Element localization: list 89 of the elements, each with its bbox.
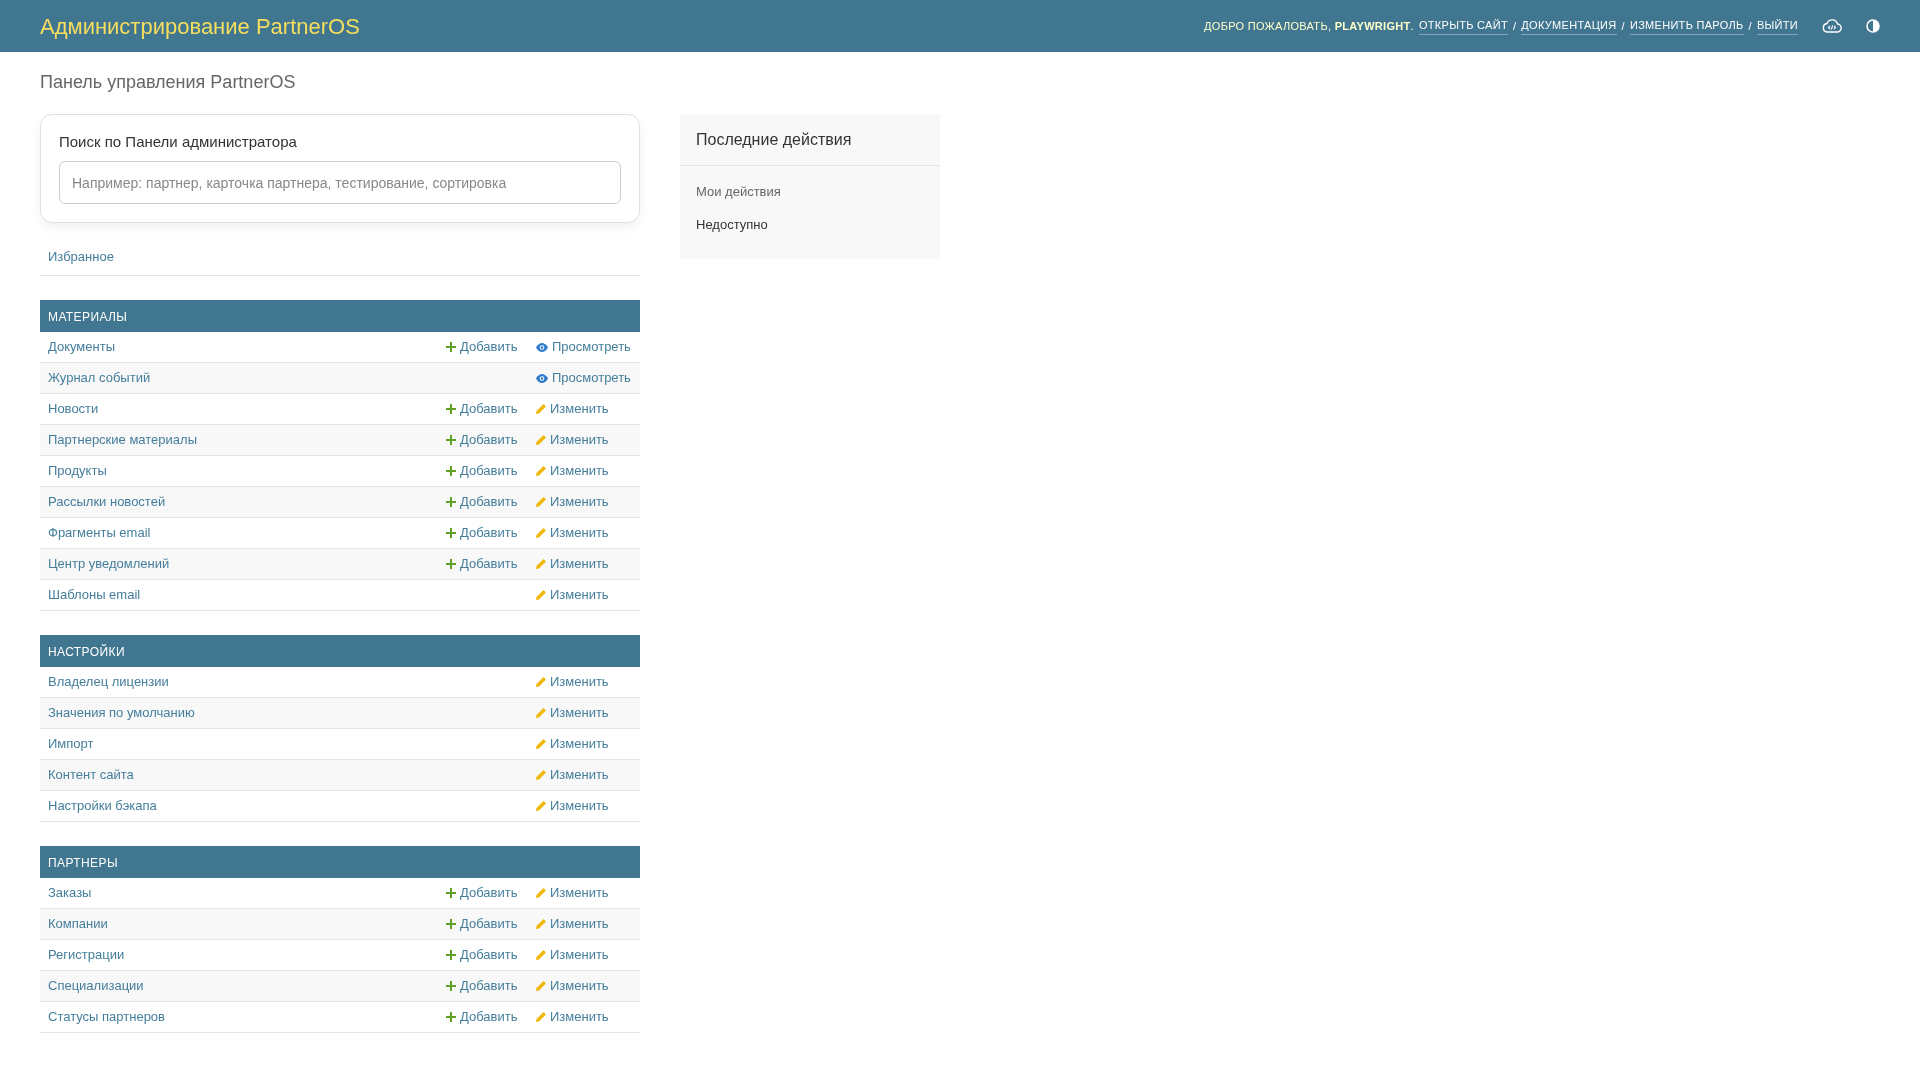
pencil-icon <box>536 1011 546 1022</box>
model-link[interactable]: Заказы <box>48 884 92 900</box>
model-link[interactable]: Настройки бэкапа <box>48 797 157 813</box>
model-link[interactable]: Владелец лицензии <box>48 673 169 689</box>
plus-icon <box>446 496 456 507</box>
change-link[interactable]: Изменить <box>536 462 609 478</box>
pencil-icon <box>536 558 546 569</box>
model-link[interactable]: Новости <box>48 400 99 416</box>
pencil-icon <box>536 980 546 991</box>
plus-icon <box>446 434 456 445</box>
change-link[interactable]: Изменить <box>536 524 609 540</box>
model-link[interactable]: Импорт <box>48 735 94 751</box>
model-link[interactable]: Значения по умолчанию <box>48 704 195 720</box>
empty-message: Недоступно <box>695 216 769 235</box>
pencil-icon <box>536 887 546 898</box>
model-link[interactable]: Журнал событий <box>48 369 151 385</box>
plus-icon <box>446 980 456 991</box>
search-field[interactable]: Например: партнер, карточка партнера, тестирование, сортировка <box>59 161 621 205</box>
pencil-icon <box>536 707 546 718</box>
model-link[interactable]: Центр уведомлений <box>48 555 170 571</box>
separator: / <box>1512 18 1517 34</box>
model-link[interactable]: Контент сайта <box>48 766 134 782</box>
model-link[interactable]: Рассылки новостей <box>48 493 166 509</box>
model-link[interactable]: Компании <box>48 915 108 931</box>
pencil-icon <box>536 769 546 780</box>
section-header: МАТЕРИАЛЫ <box>40 299 640 332</box>
add-link[interactable]: Добавить <box>446 884 518 900</box>
plus-icon <box>446 1011 456 1022</box>
panel-subtitle: Мои действия <box>695 182 782 201</box>
add-link[interactable]: Добавить <box>446 524 518 540</box>
page-title: Панель управления PartnerOS <box>40 72 297 94</box>
theme-toggle-icon[interactable] <box>1866 19 1880 33</box>
nav-link[interactable]: ДОКУМЕНТАЦИЯ <box>1521 17 1617 35</box>
pencil-icon <box>536 434 546 445</box>
nav-link[interactable]: ИЗМЕНИТЬ ПАРОЛЬ <box>1629 17 1744 35</box>
change-link[interactable]: Изменить <box>536 1008 609 1024</box>
pencil-icon <box>536 738 546 749</box>
change-link[interactable]: Изменить <box>536 735 609 751</box>
panel-title: Последние действия <box>680 113 940 166</box>
plus-icon <box>446 887 456 898</box>
add-link[interactable]: Добавить <box>446 400 518 416</box>
model-link[interactable]: Продукты <box>48 462 107 478</box>
add-link[interactable]: Добавить <box>446 462 518 478</box>
plus-icon <box>446 341 456 352</box>
section-header: НАСТРОЙКИ <box>40 634 640 667</box>
plus-icon <box>446 949 456 960</box>
welcome-text: ДОБРО ПОЖАЛОВАТЬ, PLAYWRIGHT. <box>1204 18 1414 34</box>
change-link[interactable]: Изменить <box>536 400 609 416</box>
eye-icon <box>536 373 548 383</box>
change-link[interactable]: Изменить <box>536 946 609 962</box>
add-link[interactable]: Добавить <box>446 946 518 962</box>
pencil-icon <box>536 527 546 538</box>
pencil-icon <box>536 496 546 507</box>
search-label: Поиск по Панели администратора <box>59 131 298 152</box>
nav-link[interactable]: ОТКРЫТЬ САЙТ <box>1418 17 1508 35</box>
change-link[interactable]: Изменить <box>536 884 609 900</box>
plus-icon <box>446 918 456 929</box>
change-link[interactable]: Изменить <box>536 797 609 813</box>
model-link[interactable]: Шаблоны email <box>48 586 141 602</box>
plus-icon <box>446 527 456 538</box>
pencil-icon <box>536 465 546 476</box>
plus-icon <box>446 558 456 569</box>
pencil-icon <box>536 949 546 960</box>
model-link[interactable]: Фрагменты email <box>48 524 151 540</box>
model-link[interactable]: Документы <box>48 338 115 354</box>
pencil-icon <box>536 403 546 414</box>
view-link[interactable]: Просмотреть <box>536 338 631 354</box>
pencil-icon <box>536 918 546 929</box>
pencil-icon <box>536 800 546 811</box>
model-link[interactable]: Статусы партнеров <box>48 1008 165 1024</box>
pencil-icon <box>536 589 546 600</box>
site-title: Администрирование PartnerOS <box>40 12 360 41</box>
change-link[interactable]: Изменить <box>536 586 609 602</box>
model-link[interactable]: Партнерские материалы <box>48 431 197 447</box>
separator: / <box>1748 18 1752 34</box>
eye-icon <box>536 342 548 352</box>
cloud-code-icon[interactable] <box>1822 19 1842 33</box>
model-link[interactable]: Специализации <box>48 977 144 993</box>
nav-link[interactable]: ВЫЙТИ <box>1756 17 1798 35</box>
separator: / <box>1621 18 1625 34</box>
change-link[interactable]: Изменить <box>536 673 609 689</box>
plus-icon <box>446 465 456 476</box>
pencil-icon <box>536 676 546 687</box>
model-link[interactable]: Регистрации <box>48 946 125 962</box>
add-link[interactable]: Добавить <box>446 338 518 354</box>
section-header: ПАРТНЕРЫ <box>40 845 640 878</box>
add-link[interactable]: Добавить <box>446 1008 518 1024</box>
favorites-link[interactable]: Избранное <box>48 249 114 265</box>
plus-icon <box>446 403 456 414</box>
